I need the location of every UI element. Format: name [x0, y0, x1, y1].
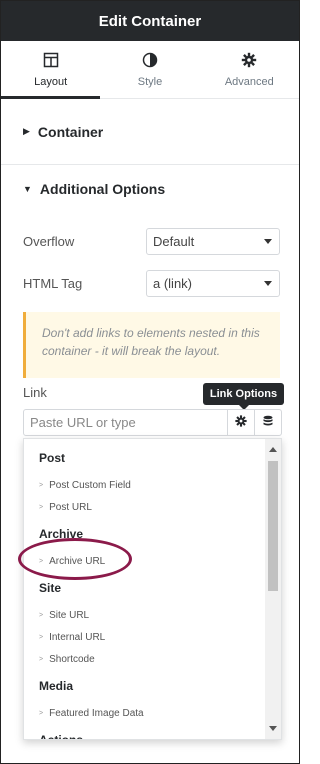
dropdown-group-title: Media: [39, 679, 74, 693]
link-options-button[interactable]: [227, 410, 254, 435]
link-options-tooltip: Link Options: [203, 383, 284, 410]
scrollbar-thumb[interactable]: [268, 461, 278, 591]
panel-title: Edit Container: [98, 12, 202, 30]
layout-icon: [43, 52, 59, 71]
scroll-down-arrow-icon[interactable]: [269, 726, 277, 731]
dynamic-tags-button[interactable]: [254, 410, 281, 435]
bullet-icon: >: [39, 481, 44, 489]
caret-down-icon: [264, 280, 272, 286]
tab-style[interactable]: Style: [100, 41, 199, 98]
tab-layout[interactable]: Layout: [1, 41, 101, 99]
dropdown-item-label: Post URL: [49, 501, 92, 513]
overflow-control: Overflow Default: [1, 227, 299, 255]
section-container[interactable]: ▶ Container: [1, 99, 299, 165]
bullet-icon: >: [39, 611, 44, 619]
dropdown-item[interactable]: > Shortcode: [24, 648, 265, 670]
dropdown-item[interactable]: > Site URL: [24, 604, 265, 626]
html-tag-value: a (link): [153, 275, 193, 291]
dropdown-scrollbar[interactable]: [265, 439, 281, 739]
overflow-label: Overflow: [23, 233, 75, 249]
section-title: Additional Options: [39, 181, 166, 197]
link-label: Link: [23, 385, 47, 400]
tab-advanced[interactable]: Advanced: [200, 41, 299, 98]
dropdown-item[interactable]: > Post Custom Field: [24, 474, 265, 496]
notice-text: Don't add links to elements nested in th…: [42, 326, 260, 358]
gear-icon: [235, 414, 247, 432]
gear-icon: [241, 52, 257, 71]
bullet-icon: >: [39, 633, 44, 641]
dropdown-item[interactable]: > Featured Image Data: [24, 702, 265, 724]
bullet-icon: >: [39, 655, 44, 663]
caret-right-icon: ▶: [23, 126, 30, 136]
section-title: Container: [37, 123, 104, 140]
dropdown-item[interactable]: > Post URL: [24, 496, 265, 518]
scroll-up-arrow-icon[interactable]: [269, 447, 277, 452]
dropdown-item-label: Post Custom Field: [49, 479, 131, 491]
dropdown-item-label: Featured Image Data: [49, 707, 144, 719]
overflow-value: Default: [153, 233, 195, 249]
panel-header: Edit Container: [1, 1, 299, 41]
html-tag-control: HTML Tag a (link): [1, 269, 299, 297]
dropdown-item-label: Shortcode: [49, 653, 95, 665]
html-tag-label: HTML Tag: [23, 275, 83, 291]
html-tag-select[interactable]: a (link): [146, 269, 280, 297]
bullet-icon: >: [39, 557, 44, 565]
link-url-input[interactable]: [24, 410, 227, 435]
dropdown-item-label: Internal URL: [49, 631, 106, 643]
section-additional-options[interactable]: ▼ Additional Options: [1, 165, 299, 213]
dropdown-item-label: Archive URL: [49, 555, 106, 567]
bullet-icon: >: [39, 709, 44, 717]
dropdown-item-label: Site URL: [49, 609, 90, 621]
overflow-select[interactable]: Default: [146, 227, 280, 255]
dropdown-group-title: Post: [39, 451, 66, 465]
tab-label: Style: [137, 75, 163, 88]
dropdown-group-title: Site: [39, 581, 62, 595]
dropdown-item[interactable]: > Internal URL: [24, 626, 265, 648]
tooltip-text: Link Options: [209, 388, 278, 400]
tab-bar: Layout Style Advanced: [1, 41, 299, 99]
link-url-field: [23, 409, 282, 436]
dropdown-group-title: Actions: [39, 733, 84, 740]
dropdown-group-title: Archive: [39, 527, 84, 541]
dropdown-item[interactable]: > Archive URL: [24, 550, 265, 572]
warning-notice: Don't add links to elements nested in th…: [23, 312, 280, 378]
caret-down-icon: [264, 238, 272, 244]
caret-down-icon: ▼: [23, 184, 32, 194]
editor-panel: Edit Container Layout Style Advanced ▶ C…: [0, 0, 300, 764]
database-icon: [262, 414, 274, 432]
tab-label: Advanced: [224, 75, 274, 88]
half-circle-icon: [142, 52, 158, 71]
tab-label: Layout: [34, 75, 68, 88]
dropdown-list: Post > Post Custom Field > Post URL Archive > A…: [24, 439, 265, 740]
bullet-icon: >: [39, 503, 44, 511]
dynamic-tags-dropdown: Post > Post Custom Field > Post URL Archive > A…: [23, 438, 282, 740]
